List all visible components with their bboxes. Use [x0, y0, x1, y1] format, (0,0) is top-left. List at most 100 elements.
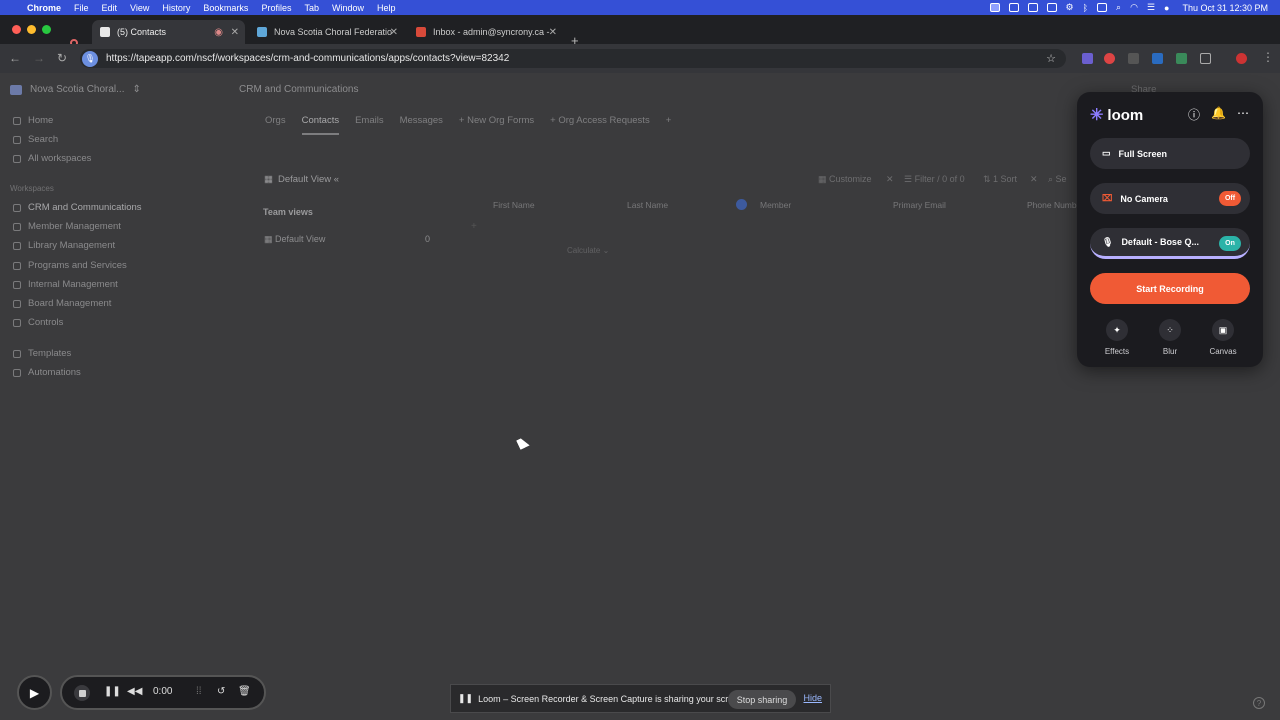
workspace-switcher[interactable]: Nova Scotia Choral... ⇕ — [10, 84, 141, 95]
status-icon[interactable] — [1046, 3, 1057, 12]
stop-recording-button[interactable] — [74, 685, 90, 701]
control-center-icon[interactable]: ☰ — [1147, 2, 1155, 13]
sidebar-item-home[interactable]: Home — [13, 115, 53, 126]
sidebar-item-library-management[interactable]: Library Management — [13, 240, 115, 251]
sidebar-item-programs[interactable]: Programs and Services — [13, 260, 127, 271]
clear-icon[interactable]: ✕ — [886, 174, 894, 185]
view-selector[interactable]: ▦ Default View « — [264, 174, 339, 185]
close-tab-icon[interactable]: ✕ — [549, 27, 557, 38]
battery-icon[interactable] — [1097, 3, 1108, 12]
site-info-icon[interactable]: 🎙 — [82, 50, 98, 67]
sidebar-item-templates[interactable]: Templates — [13, 348, 71, 359]
sidebar-item-all-workspaces[interactable]: All workspaces — [13, 153, 91, 164]
extension-icon[interactable] — [1104, 53, 1115, 64]
calculate-button[interactable]: Calculate ⌄ — [567, 246, 609, 255]
sidebar-item-board-management[interactable]: Board Management — [13, 298, 111, 309]
loom-status-icon[interactable] — [989, 3, 1000, 12]
chrome-menu-icon[interactable]: ⋮ — [1262, 50, 1274, 64]
sidebar-item-internal-management[interactable]: Internal Management — [13, 279, 118, 290]
camera-option[interactable]: ⌧ No Camera Off — [1090, 183, 1250, 214]
effects-button[interactable]: ✦ Effects — [1097, 319, 1137, 356]
menubar-clock[interactable]: Thu Oct 31 12:30 PM — [1182, 3, 1268, 13]
add-tab-button[interactable]: + — [666, 115, 672, 135]
default-view-item[interactable]: ▦ Default View 0 — [264, 234, 430, 245]
address-bar[interactable]: 🎙 https://tapeapp.com/nscf/workspaces/cr… — [80, 49, 1066, 68]
restart-icon[interactable]: ↺ — [217, 686, 225, 697]
tab-contacts[interactable]: Contacts — [301, 115, 340, 135]
tab-orgs[interactable]: Orgs — [265, 115, 286, 135]
tab-nova-scotia[interactable]: Nova Scotia Choral Federatio ✕ — [249, 20, 404, 44]
menu-profiles[interactable]: Profiles — [261, 3, 291, 13]
column-last-name[interactable]: Last Name — [627, 200, 668, 210]
sidebar-item-member-management[interactable]: Member Management — [13, 221, 121, 232]
bell-icon[interactable]: 🔔 — [1211, 106, 1226, 123]
menu-history[interactable]: History — [162, 3, 190, 13]
sidebar-item-automations[interactable]: Automations — [13, 367, 81, 378]
add-row-icon[interactable]: + — [471, 221, 477, 232]
bookmark-star-icon[interactable]: ☆ — [1046, 52, 1056, 65]
help-icon[interactable]: ? — [1253, 697, 1265, 709]
menu-app-name[interactable]: Chrome — [27, 3, 61, 13]
tab-new-org-forms[interactable]: + New Org Forms — [459, 115, 534, 135]
close-window-button[interactable] — [12, 25, 21, 34]
column-phone-number[interactable]: Phone Numb — [1027, 200, 1077, 210]
sidebar-item-crm[interactable]: CRM and Communications — [13, 202, 142, 213]
microphone-option[interactable]: 🎙 Default - Bose Q... On — [1090, 228, 1250, 259]
rewind-icon[interactable]: ◀◀ — [127, 686, 142, 697]
close-tab-icon[interactable]: ✕ — [390, 27, 398, 38]
column-first-name[interactable]: First Name — [493, 200, 535, 210]
pause-icon[interactable]: ❚❚ — [104, 686, 121, 697]
bluetooth-icon[interactable]: ᛒ — [1083, 3, 1088, 13]
trash-icon[interactable]: 🗑 — [238, 686, 251, 697]
sidebar-item-controls[interactable]: Controls — [13, 317, 63, 328]
sort-button[interactable]: ⇅ 1 Sort — [983, 174, 1017, 185]
minimize-window-button[interactable] — [27, 25, 36, 34]
column-member[interactable]: Member — [760, 200, 791, 210]
menu-help[interactable]: Help — [377, 3, 396, 13]
extension-icon[interactable] — [1082, 53, 1093, 64]
reload-icon[interactable]: ↻ — [57, 51, 67, 65]
breadcrumb[interactable]: CRM and Communications — [239, 84, 359, 95]
filter-button[interactable]: ☰ Filter / 0 of 0 — [904, 174, 965, 185]
full-screen-option[interactable]: ▭ Full Screen — [1090, 138, 1250, 169]
extension-icon[interactable] — [1152, 53, 1163, 64]
microphone-toggle[interactable]: On — [1219, 236, 1241, 251]
more-icon[interactable]: ⋯ — [1237, 106, 1249, 123]
canvas-button[interactable]: ▣ Canvas — [1203, 319, 1243, 356]
wifi-icon[interactable]: ◠ — [1130, 2, 1138, 13]
url-text[interactable]: https://tapeapp.com/nscf/workspaces/crm-… — [106, 53, 509, 64]
help-icon[interactable]: ⓘ — [1188, 106, 1200, 123]
tab-emails[interactable]: Emails — [355, 115, 384, 135]
tab-gmail-inbox[interactable]: Inbox - admin@syncrony.ca - ✕ — [408, 20, 563, 44]
search-icon[interactable]: ⌕ — [1116, 2, 1121, 13]
close-tab-icon[interactable]: ✕ — [231, 27, 239, 38]
menu-bookmarks[interactable]: Bookmarks — [203, 3, 248, 13]
extension-icon[interactable] — [1128, 53, 1139, 64]
status-icon[interactable] — [1008, 3, 1019, 12]
siri-icon[interactable]: ● — [1164, 3, 1169, 13]
extensions-puzzle-icon[interactable] — [1200, 53, 1211, 64]
menu-file[interactable]: File — [74, 3, 89, 13]
search-icon[interactable]: ⌕ Se — [1048, 174, 1067, 185]
forward-icon[interactable]: → — [33, 51, 45, 65]
gear-icon[interactable]: ⚙ — [1066, 2, 1074, 13]
menu-edit[interactable]: Edit — [102, 3, 118, 13]
menu-view[interactable]: View — [130, 3, 149, 13]
clear-sort-icon[interactable]: ✕ — [1030, 174, 1038, 185]
zoom-window-button[interactable] — [42, 25, 51, 34]
sidebar-item-search[interactable]: Search — [13, 134, 58, 145]
column-primary-email[interactable]: Primary Email — [893, 200, 946, 210]
extension-icon[interactable] — [1176, 53, 1187, 64]
back-icon[interactable]: ← — [9, 51, 21, 65]
drag-handle-icon[interactable]: ⁞⁞ — [196, 686, 202, 697]
blur-button[interactable]: ⁘ Blur — [1150, 319, 1190, 356]
camera-toggle[interactable]: Off — [1219, 191, 1241, 206]
menu-tab[interactable]: Tab — [304, 3, 319, 13]
profile-avatar[interactable] — [1236, 53, 1247, 64]
camera-bubble-button[interactable]: ▶ — [17, 675, 52, 710]
hide-banner-link[interactable]: Hide — [803, 693, 822, 703]
status-icon[interactable] — [1027, 3, 1038, 12]
start-recording-button[interactable]: Start Recording — [1090, 273, 1250, 304]
tab-messages[interactable]: Messages — [400, 115, 443, 135]
tab-org-access-requests[interactable]: + Org Access Requests — [550, 115, 650, 135]
